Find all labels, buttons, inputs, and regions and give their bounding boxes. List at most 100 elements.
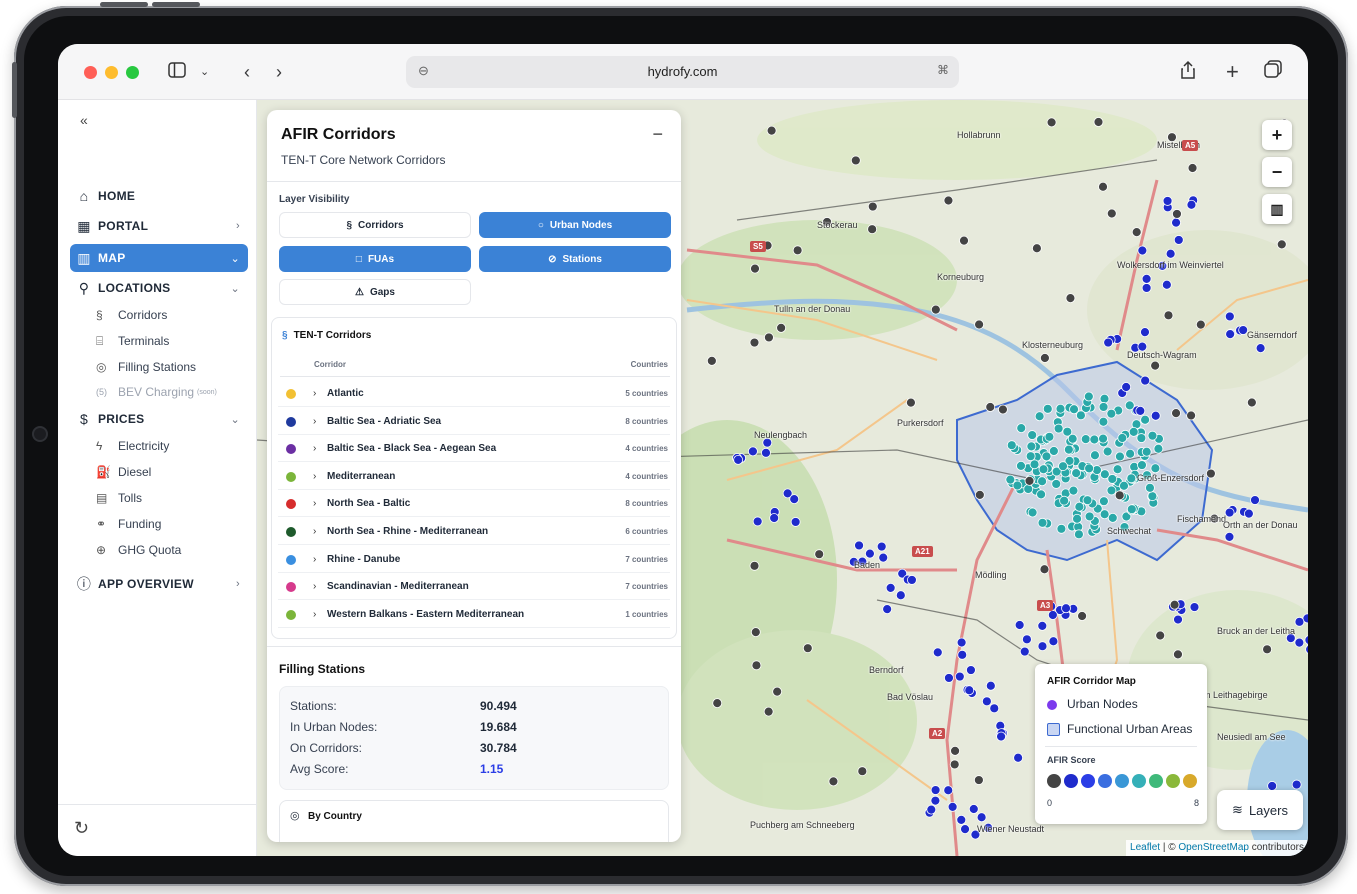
toggle-corridors-button[interactable]: § Corridors [279, 212, 471, 238]
station-marker[interactable] [1077, 611, 1087, 621]
station-marker[interactable] [761, 447, 771, 458]
station-marker[interactable] [1150, 410, 1161, 421]
nav-corridors[interactable]: § Corridors [96, 304, 167, 326]
station-marker[interactable] [1126, 504, 1137, 515]
osm-link[interactable]: OpenStreetMap [1178, 842, 1249, 853]
nav-terminals[interactable]: ⌸ Terminals [96, 330, 169, 352]
corridor-row[interactable]: › Scandinavian - Mediterranean 7 countries [278, 573, 670, 601]
station-marker[interactable] [1115, 451, 1125, 462]
station-marker[interactable] [1137, 460, 1147, 470]
station-marker[interactable] [1053, 423, 1064, 434]
zoom-in-button[interactable]: + [1262, 120, 1292, 150]
leaflet-link[interactable]: Leaflet [1130, 842, 1160, 853]
station-marker[interactable] [930, 785, 941, 795]
station-marker[interactable] [1025, 451, 1036, 462]
station-marker[interactable] [1093, 117, 1104, 127]
station-marker[interactable] [1172, 209, 1182, 219]
station-marker[interactable] [1098, 181, 1108, 192]
station-marker[interactable] [706, 355, 717, 366]
station-marker[interactable] [763, 706, 774, 717]
station-marker[interactable] [1074, 529, 1084, 540]
station-marker[interactable] [932, 647, 943, 658]
corridor-row[interactable]: › Atlantic 5 countries [278, 380, 670, 407]
station-marker[interactable] [882, 604, 893, 615]
corridor-row[interactable]: › Rhine - Danube 7 countries [278, 546, 670, 573]
station-marker[interactable] [828, 776, 839, 787]
station-marker[interactable] [1246, 397, 1257, 408]
station-marker[interactable] [1031, 243, 1042, 254]
station-marker[interactable] [865, 548, 875, 559]
station-marker[interactable] [1065, 293, 1076, 304]
chevron-down-icon[interactable]: ⌄ [200, 60, 209, 84]
station-marker[interactable] [949, 759, 960, 770]
station-marker[interactable] [957, 649, 968, 660]
station-marker[interactable] [1048, 446, 1059, 456]
station-marker[interactable] [1171, 217, 1181, 228]
corridor-row[interactable]: › Baltic Sea - Black Sea - Aegean Sea 4 co… [278, 435, 670, 463]
station-marker[interactable] [926, 804, 937, 815]
nav-electricity[interactable]: ϟ Electricity [96, 435, 169, 457]
station-marker[interactable] [973, 775, 984, 785]
station-marker[interactable] [1225, 329, 1236, 340]
station-marker[interactable] [1099, 393, 1110, 404]
station-marker[interactable] [792, 245, 803, 256]
nav-prices[interactable]: $ PRICES ⌄ [70, 405, 248, 433]
station-marker[interactable] [1186, 410, 1196, 421]
station-marker[interactable] [1140, 375, 1151, 386]
station-marker[interactable] [1046, 117, 1057, 128]
station-marker[interactable] [1141, 446, 1152, 457]
station-marker[interactable] [1016, 460, 1026, 471]
nav-diesel[interactable]: ⛽ Diesel [96, 461, 151, 483]
station-marker[interactable] [885, 582, 896, 593]
station-marker[interactable] [1037, 476, 1047, 487]
corridor-row[interactable]: › North Sea - Rhine - Mediterranean 6 coun… [278, 518, 670, 545]
station-marker[interactable] [954, 671, 965, 682]
station-marker[interactable] [1106, 408, 1117, 419]
nav-home[interactable]: ⌂ HOME [70, 182, 248, 210]
station-marker[interactable] [1205, 468, 1216, 479]
station-marker[interactable] [968, 804, 979, 814]
station-marker[interactable] [1189, 602, 1200, 612]
station-marker[interactable] [854, 540, 864, 551]
station-marker[interactable] [943, 195, 954, 206]
station-marker[interactable] [1141, 283, 1152, 293]
station-marker[interactable] [1014, 620, 1025, 630]
station-marker[interactable] [1224, 311, 1235, 322]
station-marker[interactable] [1150, 360, 1161, 371]
nav-tolls[interactable]: ▤ Tolls [96, 487, 142, 509]
station-marker[interactable] [1153, 443, 1164, 454]
station-marker[interactable] [1042, 403, 1053, 414]
station-marker[interactable] [1039, 564, 1050, 575]
station-marker[interactable] [751, 660, 762, 671]
station-marker[interactable] [764, 332, 774, 343]
station-marker[interactable] [789, 494, 800, 505]
station-marker[interactable] [1055, 403, 1066, 414]
station-marker[interactable] [1276, 239, 1287, 250]
minimize-window-button[interactable] [105, 66, 118, 79]
station-marker[interactable] [1114, 490, 1125, 501]
station-marker[interactable] [1137, 245, 1148, 256]
nav-portal[interactable]: ▦ PORTAL › [70, 212, 248, 240]
station-marker[interactable] [1099, 509, 1110, 520]
nav-filling-stations[interactable]: ◎ Filling Stations [96, 356, 196, 378]
nav-locations[interactable]: ⚲ LOCATIONS ⌄ [70, 274, 248, 302]
station-marker[interactable] [1187, 163, 1198, 173]
station-marker[interactable] [895, 590, 906, 601]
station-marker[interactable] [930, 304, 941, 315]
station-marker[interactable] [950, 745, 960, 756]
station-marker[interactable] [1037, 517, 1048, 528]
sidebar-toggle-icon[interactable] [168, 60, 186, 84]
station-marker[interactable] [1082, 495, 1093, 506]
station-marker[interactable] [1034, 411, 1045, 422]
station-marker[interactable] [1006, 440, 1017, 451]
station-marker[interactable] [1173, 649, 1183, 660]
station-marker[interactable] [1036, 489, 1046, 500]
station-marker[interactable] [1106, 208, 1117, 219]
station-marker[interactable] [1072, 513, 1082, 524]
station-marker[interactable] [1141, 273, 1152, 284]
station-marker[interactable] [1140, 414, 1151, 425]
corridor-row[interactable]: › North Sea - Baltic 8 countries [278, 490, 670, 518]
station-marker[interactable] [1150, 463, 1161, 474]
corridor-row[interactable]: › Western Balkans - Eastern Mediterranean… [278, 601, 670, 628]
station-marker[interactable] [1186, 199, 1197, 210]
